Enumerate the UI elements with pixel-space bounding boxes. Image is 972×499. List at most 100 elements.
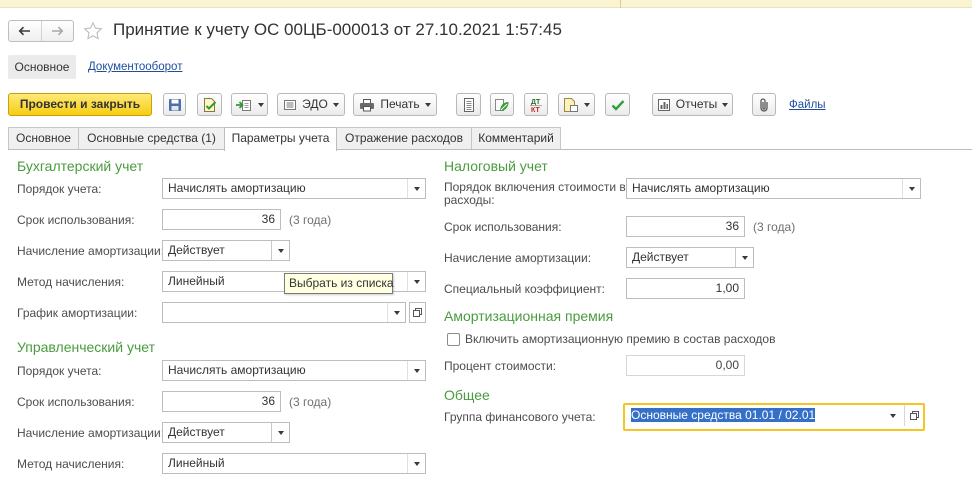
tax-depreciation-value: Действует <box>632 250 689 264</box>
chevron-down-icon <box>332 102 339 107</box>
dropdown-button[interactable] <box>902 179 920 198</box>
accounting-term-input[interactable]: 36 <box>162 209 281 230</box>
tax-expense-order-label-line: расходы: <box>444 193 495 207</box>
tax-term-hint: (3 года) <box>753 220 796 234</box>
tab-main[interactable]: Основное <box>8 127 79 150</box>
chevron-down-icon <box>890 413 896 418</box>
bonus-percent-input: 0,00 <box>626 355 745 376</box>
dropdown-button[interactable] <box>407 272 425 291</box>
chevron-down-icon <box>413 368 420 373</box>
star-icon[interactable] <box>83 21 103 41</box>
accounting-depreciation-select[interactable]: Действует <box>162 240 290 261</box>
dt-kt-icon: ДТ КТ <box>528 97 544 113</box>
dropdown-button[interactable] <box>407 361 425 380</box>
management-term-input[interactable]: 36 <box>162 391 281 412</box>
chevron-down-icon <box>413 279 420 284</box>
dropdown-button[interactable] <box>735 248 753 267</box>
post-and-close-button[interactable]: Провести и закрыть <box>8 93 152 116</box>
attachments-button[interactable] <box>752 93 776 116</box>
chevron-down-icon <box>393 310 400 315</box>
dropdown-button[interactable] <box>271 423 289 442</box>
forward-button[interactable] <box>40 21 74 41</box>
tax-depreciation-select[interactable]: Действует <box>626 247 754 268</box>
chevron-down-icon <box>258 102 264 107</box>
history-nav <box>8 20 74 42</box>
tax-expense-order-select[interactable]: Начислять амортизацию <box>626 178 921 199</box>
accounting-schedule-select[interactable] <box>162 302 406 323</box>
edo-button[interactable]: ЭДО <box>277 93 345 116</box>
accounting-order-label: Порядок учета: <box>17 182 102 196</box>
tab-accounting-params[interactable]: Параметры учета <box>224 127 337 151</box>
financial-group-label: Группа финансового учета: <box>444 410 596 424</box>
management-depreciation-select[interactable]: Действует <box>162 422 290 443</box>
accounting-heading: Бухгалтерский учет <box>17 158 144 174</box>
management-order-select[interactable]: Начислять амортизацию <box>162 360 426 381</box>
structure-button[interactable] <box>490 93 514 116</box>
chevron-down-icon <box>277 248 284 253</box>
tab-expense-reflection[interactable]: Отражение расходов <box>336 127 472 150</box>
dropdown-button[interactable] <box>271 241 289 260</box>
check-button[interactable] <box>605 93 630 116</box>
page-title: Принятие к учету ОС 00ЦБ-000013 от 27.10… <box>113 20 562 39</box>
management-method-value: Линейный <box>168 456 225 470</box>
create-based-on-button[interactable] <box>231 93 268 116</box>
financial-group-open-button[interactable] <box>904 405 923 426</box>
files-link[interactable]: Файлы <box>789 98 826 112</box>
chevron-down-icon <box>722 102 729 107</box>
chevron-down-icon <box>424 102 431 107</box>
chevron-down-icon <box>413 186 420 191</box>
management-order-label: Порядок учета: <box>17 364 102 378</box>
post-button[interactable] <box>197 93 222 116</box>
back-button[interactable] <box>9 21 41 41</box>
chevron-down-icon <box>277 430 284 435</box>
dt-kt-icon-bottom: КТ <box>531 107 540 113</box>
bonus-heading: Амортизационная премия <box>444 308 614 324</box>
tab-fixed-assets[interactable]: Основные средства (1) <box>78 127 225 150</box>
tax-depreciation-label: Начисление амортизации: <box>444 251 592 265</box>
bonus-include-label[interactable]: Включить амортизационную премию в состав… <box>465 332 775 346</box>
dt-kt-button[interactable]: ДТ КТ <box>524 93 548 116</box>
chevron-down-icon <box>413 461 420 466</box>
subnav-docflow-link[interactable]: Документооборот <box>88 60 182 74</box>
print-label: Печать <box>380 97 420 111</box>
chevron-down-icon <box>584 102 590 107</box>
subnav-main[interactable]: Основное <box>8 55 76 79</box>
open-form-icon <box>413 308 422 317</box>
tax-special-ratio-input[interactable]: 1,00 <box>626 278 745 299</box>
tax-term-label: Срок использования: <box>444 220 562 234</box>
edo-icon <box>283 98 297 112</box>
dropdown-button[interactable] <box>387 303 405 322</box>
financial-group-select[interactable]: Основные средства 01.01 / 02.01 <box>625 405 903 426</box>
management-order-value: Начислять амортизацию <box>168 363 306 377</box>
tab-comment[interactable]: Комментарий <box>471 127 561 150</box>
journal-button[interactable] <box>456 93 481 116</box>
management-method-select[interactable]: Линейный <box>162 453 426 474</box>
attach-document-button[interactable] <box>558 93 595 116</box>
arrow-left-icon <box>18 26 31 36</box>
general-heading: Общее <box>444 387 490 403</box>
management-depreciation-label: Начисление амортизации: <box>17 426 165 440</box>
dropdown-button[interactable] <box>407 179 425 198</box>
accounting-term-label: Срок использования: <box>17 213 135 227</box>
chevron-down-icon <box>741 255 748 260</box>
dt-kt-icon-top: ДТ <box>531 99 541 106</box>
management-term-label: Срок использования: <box>17 395 135 409</box>
save-button[interactable] <box>163 93 186 116</box>
management-method-label: Метод начисления: <box>17 457 125 471</box>
accounting-order-select[interactable]: Начислять амортизацию <box>162 178 426 199</box>
bonus-include-checkbox[interactable] <box>447 333 460 346</box>
accounting-term-hint: (3 года) <box>289 213 332 227</box>
reports-icon <box>657 98 671 112</box>
accounting-schedule-label: График амортизации: <box>17 306 138 320</box>
dropdown-button[interactable] <box>407 454 425 473</box>
tax-term-input[interactable]: 36 <box>626 216 745 237</box>
paperclip-icon <box>757 97 771 113</box>
check-icon <box>611 99 625 111</box>
accounting-schedule-open-button[interactable] <box>409 302 426 323</box>
dropdown-button[interactable] <box>884 406 902 425</box>
structure-icon <box>494 97 510 113</box>
print-icon <box>359 98 375 112</box>
reports-button[interactable]: Отчеты <box>652 93 733 116</box>
accounting-order-value: Начислять амортизацию <box>168 181 306 195</box>
print-button[interactable]: Печать <box>353 93 437 116</box>
